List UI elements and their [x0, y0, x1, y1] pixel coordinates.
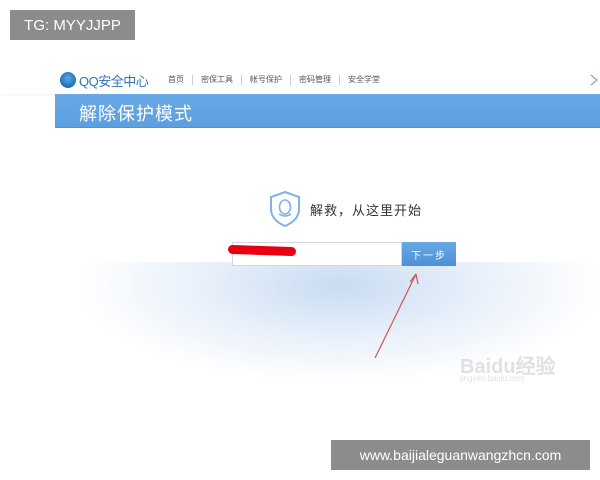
annotation-arrow [360, 260, 430, 370]
headline-text: 解救，从这里开始 [310, 204, 423, 219]
nav-item-account-protection[interactable]: 帐号保护 [242, 74, 290, 85]
overlay-url: www.baijialeguanwangzhcn.com [331, 440, 590, 470]
nav-menu: 首页 密保工具 帐号保护 密码管理 安全学堂 [160, 74, 388, 85]
top-navigation: QQ安全中心 首页 密保工具 帐号保护 密码管理 安全学堂 [0, 68, 600, 94]
qq-logo-icon [60, 72, 76, 88]
shield-qq-icon [268, 190, 302, 228]
baidu-watermark: Baidu经验 jingyan.baidu.com [460, 340, 570, 388]
overlay-tag: TG: MYYJJPP [10, 10, 135, 40]
qq-security-logo[interactable]: QQ安全中心 [60, 70, 149, 90]
nav-item-password-management[interactable]: 密码管理 [291, 74, 339, 85]
nav-item-security-school[interactable]: 安全学堂 [340, 74, 388, 85]
logo-text: QQ安全中心 [79, 73, 149, 89]
nav-item-security-tools[interactable]: 密保工具 [193, 74, 241, 85]
nav-item-home[interactable]: 首页 [160, 74, 192, 85]
watermark-sub: jingyan.baidu.com [460, 374, 525, 383]
page-banner: 解除保护模式 [55, 94, 600, 128]
corner-icon [590, 74, 598, 86]
page-title: 解除保护模式 [79, 104, 193, 125]
